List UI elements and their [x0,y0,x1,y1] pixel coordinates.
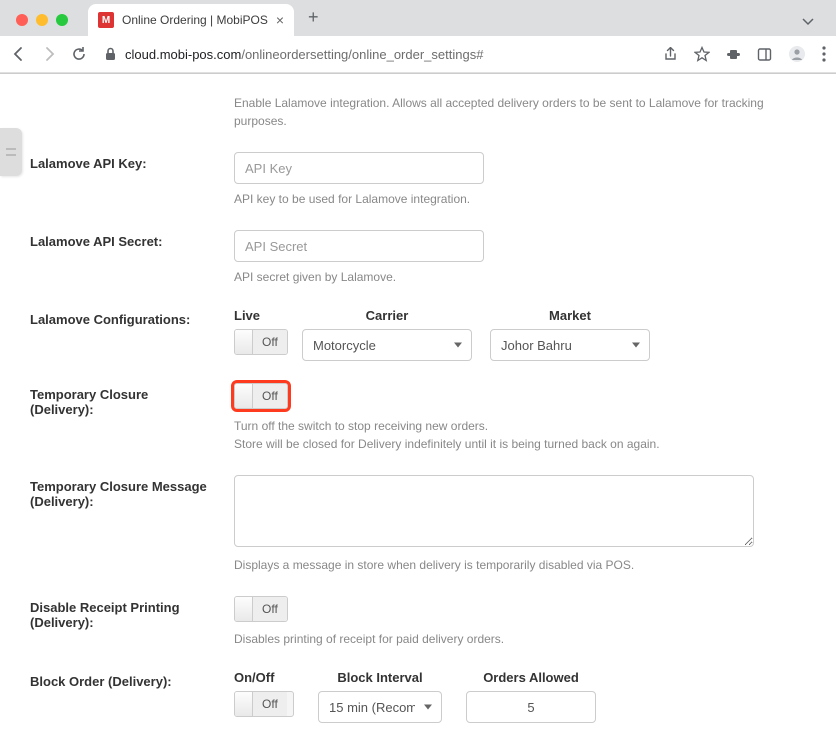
settings-page: Enable Lalamove integration. Allows all … [0,74,836,737]
market-header: Market [490,308,650,323]
carrier-select[interactable]: Motorcycle [302,329,472,361]
maximize-window-button[interactable] [56,14,68,26]
browser-chrome: M Online Ordering | MobiPOS × + cloud.mo… [0,0,836,74]
block-order-toggle-state: Off [253,692,287,716]
market-select[interactable]: Johor Bahru [490,329,650,361]
live-toggle-state: Off [253,330,287,354]
api-secret-input[interactable] [234,230,484,262]
address-bar: cloud.mobi-pos.com/onlineordersetting/on… [0,36,836,73]
share-icon[interactable] [663,47,678,62]
temp-closure-msg-helper: Displays a message in store when deliver… [234,556,806,574]
tab-bar: M Online Ordering | MobiPOS × + [0,0,836,36]
close-tab-button[interactable]: × [276,12,284,28]
temp-closure-toggle[interactable]: Off [234,383,288,409]
disable-receipt-row: Disable Receipt Printing (Delivery): Off… [30,596,806,648]
minimize-window-button[interactable] [36,14,48,26]
disable-receipt-helper: Disables printing of receipt for paid de… [234,630,806,648]
temp-closure-row: Temporary Closure (Delivery): Off Turn o… [30,383,806,453]
extensions-icon[interactable] [726,47,741,62]
interval-select[interactable]: 15 min (Recommended) [318,691,442,723]
url-text: cloud.mobi-pos.com/onlineordersetting/on… [125,47,483,62]
sidepanel-icon[interactable] [757,47,772,62]
toolbar-right [663,45,826,63]
tab-title: Online Ordering | MobiPOS [122,13,268,27]
orders-allowed-input[interactable] [466,691,596,723]
api-key-helper: API key to be used for Lalamove integrat… [234,190,806,208]
carrier-header: Carrier [302,308,472,323]
lalamove-integration-row: Enable Lalamove integration. Allows all … [30,88,806,130]
back-button[interactable] [10,45,28,63]
block-order-label: Block Order (Delivery): [30,670,214,689]
api-key-input[interactable] [234,152,484,184]
orders-header: Orders Allowed [466,670,596,685]
api-secret-label: Lalamove API Secret: [30,230,214,249]
url-field[interactable]: cloud.mobi-pos.com/onlineordersetting/on… [100,47,651,62]
disable-receipt-toggle-state: Off [253,597,287,621]
onoff-header: On/Off [234,670,294,685]
close-window-button[interactable] [16,14,28,26]
temp-closure-helper1: Turn off the switch to stop receiving ne… [234,417,806,435]
temp-closure-msg-row: Temporary Closure Message (Delivery): Di… [30,475,806,574]
interval-header: Block Interval [318,670,442,685]
configurations-label: Lalamove Configurations: [30,308,214,327]
block-order-row: Block Order (Delivery): On/Off Off Block… [30,670,806,737]
lock-icon [104,47,117,61]
block-order-toggle[interactable]: Off [234,691,294,717]
api-secret-helper: API secret given by Lalamove. [234,268,806,286]
temp-closure-label: Temporary Closure (Delivery): [30,383,214,417]
disable-receipt-label: Disable Receipt Printing (Delivery): [30,596,214,630]
new-tab-button[interactable]: + [294,7,329,36]
window-controls [8,14,76,36]
browser-tab[interactable]: M Online Ordering | MobiPOS × [88,4,294,36]
label-empty [30,88,214,92]
kebab-menu-icon[interactable] [822,46,826,62]
lalamove-integration-helper: Enable Lalamove integration. Allows all … [234,94,806,130]
tab-menu-button[interactable] [802,18,828,36]
forward-button[interactable] [40,45,58,63]
live-header: Live [234,308,260,323]
profile-icon[interactable] [788,45,806,63]
temp-closure-toggle-state: Off [253,384,287,408]
api-key-row: Lalamove API Key: API key to be used for… [30,152,806,208]
temp-closure-helper2: Store will be closed for Delivery indefi… [234,435,806,453]
live-toggle[interactable]: Off [234,329,288,355]
reload-button[interactable] [70,45,88,63]
temp-closure-msg-textarea[interactable] [234,475,754,547]
side-drawer-handle[interactable] [0,128,22,176]
api-secret-row: Lalamove API Secret: API secret given by… [30,230,806,286]
api-key-label: Lalamove API Key: [30,152,214,171]
temp-closure-msg-label: Temporary Closure Message (Delivery): [30,475,214,509]
favicon-icon: M [98,12,114,28]
star-icon[interactable] [694,46,710,62]
disable-receipt-toggle[interactable]: Off [234,596,288,622]
configurations-row: Lalamove Configurations: Live Off Carrie… [30,308,806,361]
